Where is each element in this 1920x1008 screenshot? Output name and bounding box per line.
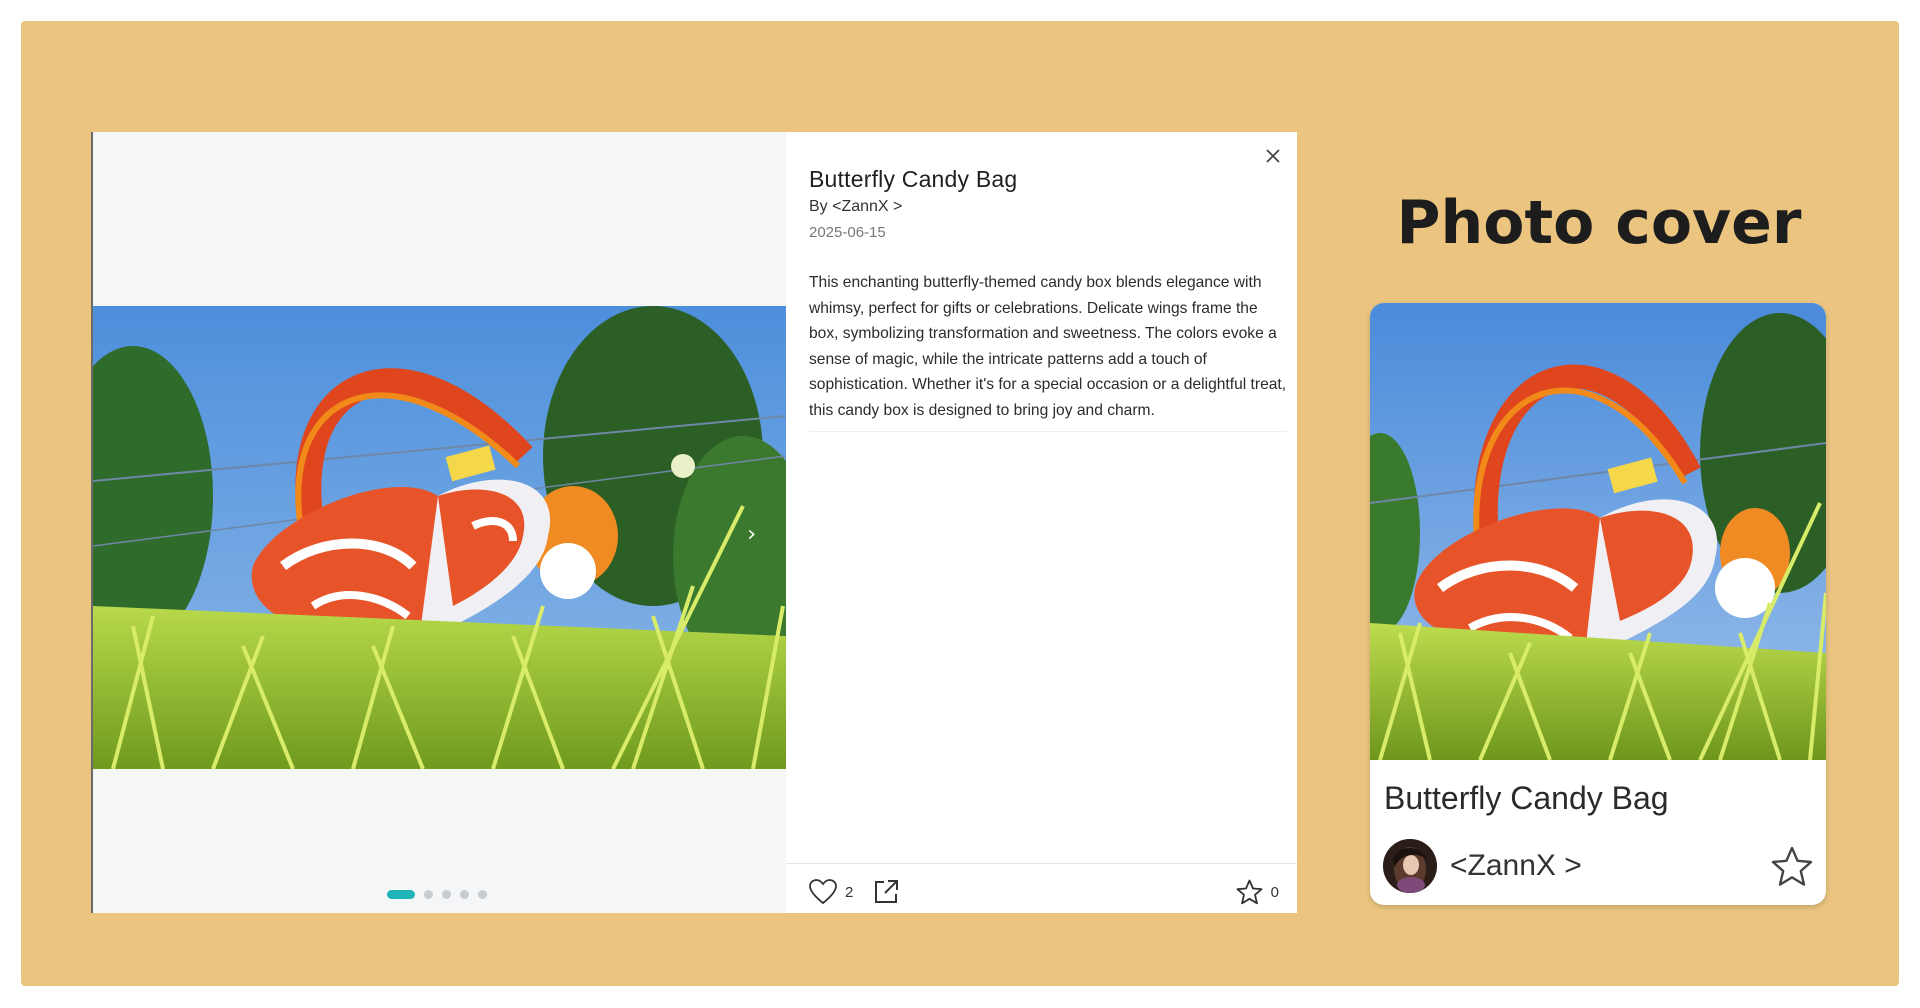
favorite-count: 0 bbox=[1270, 883, 1279, 901]
star-icon bbox=[1236, 879, 1263, 905]
work-title: Butterfly Candy Bag bbox=[809, 166, 1018, 192]
carousel-dot-4[interactable] bbox=[460, 889, 469, 899]
share-icon bbox=[875, 880, 898, 903]
chevron-right-icon[interactable]: › bbox=[747, 524, 756, 546]
work-author-link[interactable]: By <ZannX > bbox=[809, 198, 902, 216]
avatar[interactable] bbox=[1383, 839, 1437, 893]
action-bar: 2 0 bbox=[786, 863, 1297, 913]
like-count: 2 bbox=[845, 883, 854, 901]
card-author-link[interactable]: <ZannX > bbox=[1450, 849, 1582, 883]
favorite-button[interactable]: 0 bbox=[1236, 879, 1279, 905]
close-button[interactable] bbox=[1261, 144, 1285, 168]
author-avatar-image bbox=[1383, 839, 1437, 893]
image-gallery: › bbox=[91, 132, 786, 913]
butterfly-candy-bag-cover bbox=[1370, 303, 1826, 760]
work-card[interactable]: Butterfly Candy Bag <ZannX > bbox=[1370, 303, 1826, 905]
gallery-photo[interactable]: › bbox=[93, 306, 786, 769]
work-detail-modal: › Butterfly Candy Bag By <ZannX > 2025-0… bbox=[91, 132, 1297, 913]
heart-icon bbox=[809, 879, 837, 905]
work-info-panel: Butterfly Candy Bag By <ZannX > 2025-06-… bbox=[786, 132, 1297, 913]
card-favorite-button[interactable] bbox=[1770, 845, 1814, 889]
section-heading: Photo cover bbox=[1396, 188, 1802, 258]
carousel-dot-2[interactable] bbox=[424, 889, 433, 899]
close-icon bbox=[1266, 149, 1280, 163]
work-date: 2025-06-15 bbox=[809, 224, 886, 241]
work-description: This enchanting butterfly-themed candy b… bbox=[809, 270, 1287, 432]
butterfly-candy-bag-photo bbox=[93, 306, 786, 769]
carousel-indicator bbox=[387, 889, 487, 899]
carousel-dot-1[interactable] bbox=[387, 889, 415, 899]
star-icon bbox=[1771, 846, 1813, 886]
share-button[interactable] bbox=[873, 879, 899, 905]
card-cover-photo[interactable] bbox=[1370, 303, 1826, 760]
carousel-dot-5[interactable] bbox=[478, 889, 487, 899]
carousel-dot-3[interactable] bbox=[442, 889, 451, 899]
like-button[interactable]: 2 bbox=[809, 879, 853, 905]
card-title[interactable]: Butterfly Candy Bag bbox=[1384, 780, 1669, 817]
